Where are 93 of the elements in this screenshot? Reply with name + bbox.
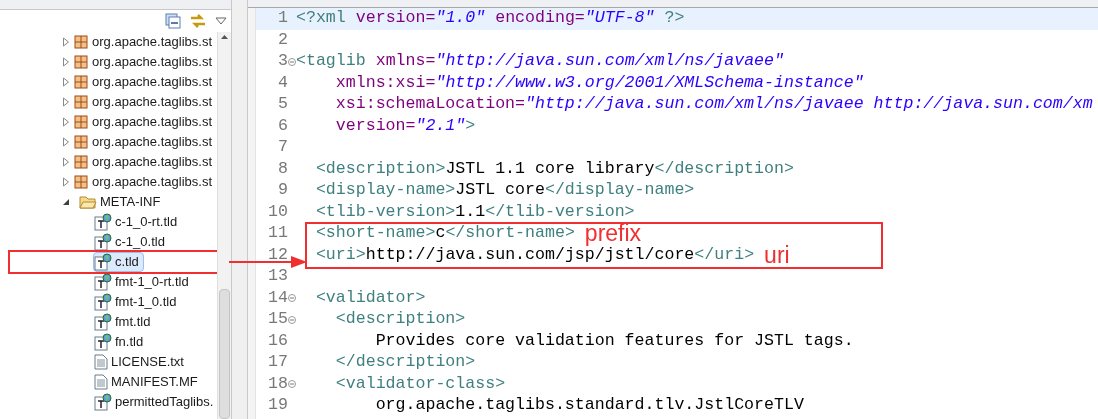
expand-arrow-icon[interactable]: [62, 37, 70, 47]
line-number: 5: [277, 93, 288, 116]
line-number: 17: [267, 351, 288, 374]
fold-icon[interactable]: [288, 57, 296, 66]
expand-arrow-icon[interactable]: [62, 177, 70, 187]
code-line: org.apache.taglibs.standard.tlv.JstlCoreTLV: [374, 394, 804, 417]
scrollbar-thumb[interactable]: [219, 289, 230, 419]
tld-file-icon: [94, 253, 112, 271]
line-number: 6: [277, 114, 288, 137]
expand-arrow-icon[interactable]: [62, 137, 70, 147]
code-line: Provides core validation features for JSTL tags.: [374, 329, 854, 352]
tree-item[interactable]: org.apache.taglibs.st: [72, 32, 217, 52]
view-menu-icon[interactable]: [215, 17, 227, 25]
tree-item[interactable]: org.apache.taglibs.st: [72, 112, 217, 132]
scrollbar[interactable]: [217, 32, 231, 419]
tree-item[interactable]: org.apache.taglibs.st: [72, 172, 217, 192]
line-number: 10: [267, 200, 288, 223]
package-icon: [73, 74, 90, 90]
package-icon: [73, 154, 90, 170]
line-number: 11: [267, 222, 288, 245]
annotation-label: prefix: [584, 222, 642, 246]
fold-icon[interactable]: [288, 380, 296, 389]
folder-icon: [79, 194, 97, 210]
tree-item[interactable]: org.apache.taglibs.st: [72, 72, 217, 92]
tld-file-icon: [94, 313, 112, 331]
tld-file-icon: [94, 393, 112, 411]
annotation-label: uri: [764, 243, 790, 267]
package-icon: [73, 114, 90, 130]
line-number: 9: [277, 179, 288, 202]
line-number: 1: [277, 8, 288, 30]
line-number: 15: [267, 308, 288, 331]
line-number: 18: [267, 372, 288, 395]
code-line: <description>JSTL 1.1 core library</description>: [314, 157, 794, 180]
text-file-icon: [94, 374, 108, 390]
expand-arrow-icon[interactable]: [62, 57, 70, 67]
line-number: 14: [267, 286, 288, 309]
scroll-up-icon[interactable]: [221, 35, 228, 39]
line-number: 13: [267, 265, 288, 288]
text-file-icon: [94, 354, 108, 370]
code-line: <?xml version="1.0" encoding="UTF-8" ?>: [296, 8, 685, 30]
code-line: <description>: [334, 308, 466, 331]
tree-item[interactable]: fmt-1_0.tld: [93, 292, 182, 312]
expand-arrow-icon[interactable]: [62, 77, 70, 87]
code-line: <display-name>JSTL core</display-name>: [314, 179, 695, 202]
tree-item[interactable]: fn.tld: [93, 332, 149, 352]
tree-item[interactable]: org.apache.taglibs.st: [72, 132, 217, 152]
package-icon: [73, 94, 90, 110]
fold-icon[interactable]: [288, 315, 296, 324]
expand-arrow-icon[interactable]: [62, 97, 70, 107]
fold-icon[interactable]: [288, 294, 296, 303]
tree-item[interactable]: c.tld: [93, 252, 144, 272]
expand-arrow-icon[interactable]: [62, 117, 70, 127]
tld-file-icon: [94, 293, 112, 311]
line-number: 16: [267, 329, 288, 352]
code-line: xmlns:xsi="http://www.w3.org/2001/XMLSchema-instance": [334, 71, 864, 94]
code-line: <validator>: [314, 286, 426, 309]
package-icon: [73, 34, 90, 50]
link-with-editor-icon[interactable]: [189, 13, 207, 29]
tree-item[interactable]: c-1_0.tld: [93, 232, 170, 252]
line-number: 2: [277, 28, 288, 51]
line-number: 7: [277, 136, 288, 159]
tree-item[interactable]: fmt-1_0-rt.tld: [93, 272, 194, 292]
expand-arrow-icon[interactable]: [62, 157, 70, 167]
code-line: <short-name>c</short-name>: [314, 222, 575, 245]
code-line: <taglib xmlns="http://java.sun.com/xml/ns/javaee": [296, 50, 784, 73]
tree-item[interactable]: org.apache.taglibs.st: [72, 152, 217, 172]
tree-item[interactable]: fmt.tld: [93, 312, 156, 332]
tld-file-icon: [94, 333, 112, 351]
collapse-arrow-icon[interactable]: [62, 197, 70, 207]
code-line: <tlib-version>1.1</tlib-version>: [314, 200, 635, 223]
tld-file-icon: [94, 213, 112, 231]
collapse-all-icon[interactable]: [165, 13, 181, 29]
tree-item[interactable]: org.apache.taglibs.st: [72, 92, 217, 112]
code-line: version="2.1">: [334, 114, 476, 137]
tree-item[interactable]: META-INF: [78, 192, 166, 212]
tld-file-icon: [94, 273, 112, 291]
line-number: 12: [267, 243, 288, 266]
tree-item[interactable]: LICENSE.txt: [93, 352, 189, 372]
line-number: 8: [277, 157, 288, 180]
code-line: xsi:schemaLocation="http://java.sun.com/xml/ns/javaee http://java.sun.com/xm: [334, 93, 1093, 116]
tld-file-icon: [94, 233, 112, 251]
line-number: 4: [277, 71, 288, 94]
tree-item[interactable]: c-1_0-rt.tld: [93, 212, 183, 232]
code-line: </description>: [334, 351, 476, 374]
line-number: 19: [267, 394, 288, 417]
package-icon: [73, 54, 90, 70]
code-line: <validator-class>: [334, 372, 506, 395]
package-icon: [73, 134, 90, 150]
tree-item[interactable]: org.apache.taglibs.st: [72, 52, 217, 72]
tree-item[interactable]: MANIFEST.MF: [93, 372, 203, 392]
tree-item[interactable]: permittedTaglibs.: [93, 392, 217, 412]
package-icon: [73, 174, 90, 190]
line-number: 3: [277, 50, 288, 73]
